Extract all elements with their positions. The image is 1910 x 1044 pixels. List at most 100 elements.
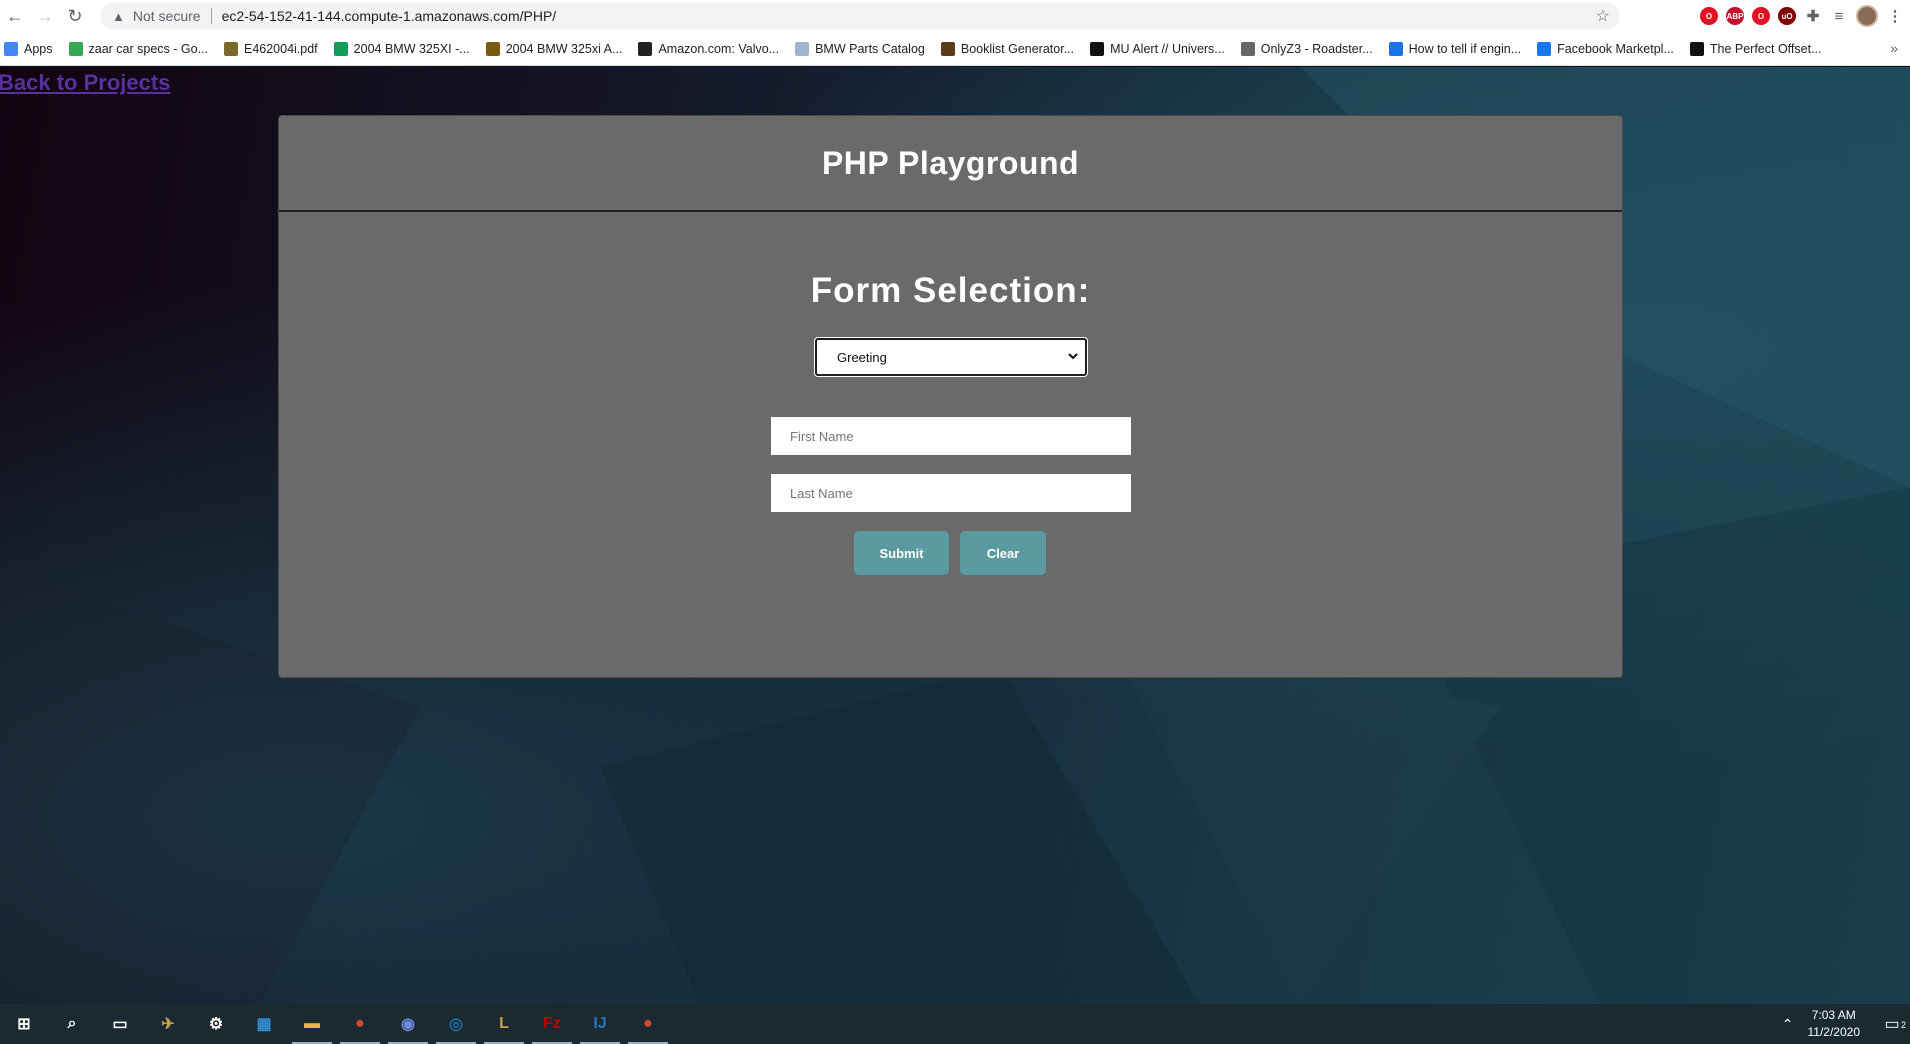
discord-glyph: ◉: [401, 1016, 415, 1033]
windows-taskbar: ⊞ ⌕ ▭ ✈ ⚙ ▦ ▬ ● ◉ ◎ L Fz IJ ● ⌃ 7:03 AM 11/2/2020 ▭ 2: [0, 1004, 1910, 1044]
submit-button[interactable]: Submit: [854, 531, 949, 575]
bookmark-item[interactable]: Booklist Generator...: [940, 41, 1075, 56]
amazon-icon: [638, 41, 653, 56]
settings-gear-glyph: ⚙: [208, 1016, 224, 1033]
opera-red-icon[interactable]: O: [1752, 7, 1770, 25]
filezilla-glyph: Fz: [543, 1015, 561, 1032]
divider: [210, 8, 212, 24]
league-of-legends-icon[interactable]: L: [480, 1004, 528, 1044]
bookmark-label: How to tell if engin...: [1408, 41, 1522, 56]
chevron-up-icon[interactable]: ⌃: [1782, 1016, 1794, 1033]
bookmark-label: zaar car specs - Go...: [88, 41, 208, 56]
last-name-input[interactable]: Last Name: [771, 474, 1131, 512]
bookmark-item[interactable]: Facebook Marketpl...: [1537, 41, 1674, 56]
reading-list-icon[interactable]: ≡: [1830, 7, 1848, 25]
bookmark-star-icon[interactable]: ☆: [1596, 6, 1610, 26]
clock[interactable]: 7:03 AM 11/2/2020: [1808, 1007, 1861, 1041]
steam-glyph: ◎: [449, 1016, 463, 1033]
steam-icon[interactable]: ◎: [432, 1004, 480, 1044]
form-select-value: Greeting: [837, 349, 887, 365]
more-bookmarks-icon[interactable]: »: [1890, 40, 1898, 56]
filezilla-icon[interactable]: Fz: [528, 1004, 576, 1044]
chevron-down-icon: [1068, 353, 1078, 360]
reload-icon[interactable]: ↻: [60, 1, 90, 31]
bookmarks-bar: Apps zaar car specs - Go... E462004i.pdf 20…: [0, 32, 1910, 66]
google-drive-icon: [68, 41, 83, 56]
system-tray: ⌃ 7:03 AM 11/2/2020 ▭ 2: [1782, 1004, 1910, 1044]
page-title: PHP Playground: [821, 144, 1080, 181]
extensions-area: O ABP OuO ✚ ≡ ⋮: [1700, 4, 1904, 28]
address-bar[interactable]: ▲ Not secure ec2-54-152-41-144.compute-1…: [100, 3, 1620, 29]
search-glyph: ⌕: [67, 1015, 77, 1032]
bookmark-label: Booklist Generator...: [960, 41, 1075, 56]
adblock-plus-icon[interactable]: ABP: [1726, 7, 1744, 25]
bookmark-label: E462004i.pdf: [243, 41, 318, 56]
warning-triangle-icon[interactable]: ▲: [112, 9, 125, 24]
forward-arrow-icon[interactable]: →: [30, 1, 60, 31]
chrome-2-glyph: ●: [643, 1015, 653, 1032]
file-explorer-icon[interactable]: ▬: [288, 1004, 336, 1044]
opera-icon[interactable]: O: [1700, 7, 1718, 25]
bookmark-label: 2004 BMW 325xi A...: [505, 41, 623, 56]
playground-card: PHP Playground Form Selection: Greeting …: [278, 115, 1623, 678]
bookmark-item[interactable]: Apps: [4, 41, 53, 56]
hexagon-icon: [485, 41, 500, 56]
bookmark-item[interactable]: The Perfect Offset...: [1689, 41, 1822, 56]
bookmark-item[interactable]: E462004i.pdf: [223, 41, 318, 56]
bookmark-item[interactable]: zaar car specs - Go...: [68, 41, 208, 56]
start-icon[interactable]: ⊞: [0, 1004, 48, 1044]
chrome-icon[interactable]: ●: [336, 1004, 384, 1044]
browser-toolbar: ← → ↻ ▲ Not secure ec2-54-152-41-144.com…: [0, 0, 1910, 32]
discord-icon[interactable]: ◉: [384, 1004, 432, 1044]
profile-avatar[interactable]: [1856, 5, 1878, 27]
bookmark-item[interactable]: OnlyZ3 - Roadster...: [1240, 41, 1373, 56]
back-to-projects-link[interactable]: Back to Projects: [0, 70, 170, 96]
circle-logo-icon: [940, 41, 955, 56]
bookmark-label: Amazon.com: Valvo...: [658, 41, 780, 56]
url-text[interactable]: ec2-54-152-41-144.compute-1.amazonaws.co…: [222, 8, 557, 24]
chrome-menu-icon[interactable]: ⋮: [1886, 7, 1904, 25]
bookmark-item[interactable]: Amazon.com: Valvo...: [638, 41, 780, 56]
first-name-input[interactable]: First Name: [771, 417, 1131, 455]
form-selection-heading: Form Selection:: [810, 271, 1091, 310]
bookmark-label: Apps: [24, 41, 53, 56]
back-arrow-icon[interactable]: ←: [0, 1, 30, 31]
z3-logo-icon: [1240, 41, 1255, 56]
bookmark-item[interactable]: How to tell if engin...: [1388, 41, 1522, 56]
v-logo-icon: [1388, 41, 1403, 56]
image-icon: [223, 41, 238, 56]
intellij-glyph: IJ: [593, 1015, 607, 1032]
notification-count: 2: [1900, 1020, 1906, 1030]
facebook-icon: [1537, 41, 1552, 56]
control-panel-glyph: ▦: [256, 1016, 272, 1033]
task-view-glyph: ▭: [112, 1016, 128, 1033]
league-of-legends-glyph: L: [499, 1015, 509, 1032]
page-icon: [795, 41, 810, 56]
card-header: PHP Playground: [279, 116, 1622, 212]
bookmark-item[interactable]: 2004 BMW 325XI -...: [333, 41, 470, 56]
bookmark-label: Facebook Marketpl...: [1557, 41, 1674, 56]
security-label[interactable]: Not secure: [133, 8, 201, 24]
start-glyph: ⊞: [17, 1016, 31, 1033]
bookmark-label: BMW Parts Catalog: [815, 41, 925, 56]
intellij-icon[interactable]: IJ: [576, 1004, 624, 1044]
bookmark-label: The Perfect Offset...: [1709, 41, 1822, 56]
task-view-icon[interactable]: ▭: [96, 1004, 144, 1044]
notification-icon[interactable]: ▭ 2: [1874, 1014, 1910, 1034]
form-select-dropdown[interactable]: Greeting: [815, 338, 1087, 376]
control-panel-icon[interactable]: ▦: [240, 1004, 288, 1044]
bookmark-item[interactable]: MU Alert // Univers...: [1090, 41, 1225, 56]
chrome-glyph: ●: [355, 1015, 365, 1032]
jet-app-icon[interactable]: ✈: [144, 1004, 192, 1044]
bookmark-item[interactable]: BMW Parts Catalog: [795, 41, 925, 56]
mu-tiger-icon: [1090, 41, 1105, 56]
ublock-origin-icon[interactable]: uO: [1778, 7, 1796, 25]
google-sheets-icon: [333, 41, 348, 56]
clear-button[interactable]: Clear: [960, 531, 1046, 575]
bookmark-label: OnlyZ3 - Roadster...: [1260, 41, 1373, 56]
search-icon[interactable]: ⌕: [48, 1004, 96, 1044]
puzzle-extensions-icon[interactable]: ✚: [1804, 7, 1822, 25]
chrome-2-icon[interactable]: ●: [624, 1004, 672, 1044]
bookmark-item[interactable]: 2004 BMW 325xi A...: [485, 41, 623, 56]
settings-gear-icon[interactable]: ⚙: [192, 1004, 240, 1044]
